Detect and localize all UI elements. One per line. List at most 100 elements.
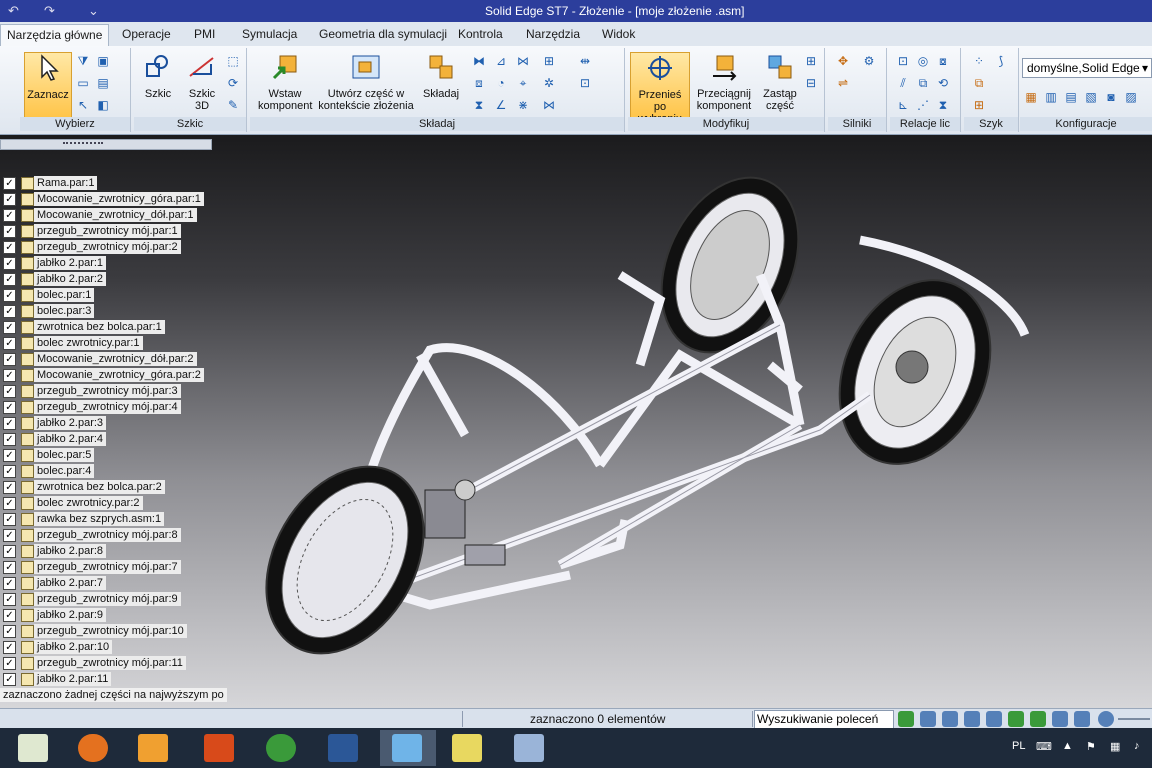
- tab-simulation[interactable]: Symulacja: [242, 27, 297, 41]
- horizontal-icon[interactable]: ⋰: [916, 98, 930, 112]
- go-icon[interactable]: [898, 711, 914, 727]
- perpendicular-icon[interactable]: ⊾: [896, 98, 910, 112]
- visibility-checkbox[interactable]: ✓: [3, 385, 16, 398]
- visibility-checkbox[interactable]: ✓: [3, 369, 16, 382]
- create-in-place-button[interactable]: Utwórz część w kontekście złożenia: [314, 52, 418, 112]
- tree-item[interactable]: ✓ Mocowanie_zwrotnicy_góra.par:2: [0, 367, 220, 383]
- visibility-checkbox[interactable]: ✓: [3, 305, 16, 318]
- taskbar-media[interactable]: [126, 730, 182, 766]
- tree-item[interactable]: ✓ jabłko 2.par:7: [0, 575, 220, 591]
- tab-view[interactable]: Widok: [602, 27, 635, 41]
- visibility-checkbox[interactable]: ✓: [3, 657, 16, 670]
- config-save-icon[interactable]: ▤: [1064, 90, 1078, 104]
- config-list-icon[interactable]: ▨: [1124, 90, 1138, 104]
- visibility-checkbox[interactable]: ✓: [3, 609, 16, 622]
- visibility-checkbox[interactable]: ✓: [3, 257, 16, 270]
- part-select-icon[interactable]: ▣: [96, 54, 110, 68]
- tree-item[interactable]: ✓ przegub_zwrotnicy mój.par:2: [0, 239, 220, 255]
- tangent-icon[interactable]: ◔: [494, 76, 508, 90]
- visibility-checkbox[interactable]: ✓: [3, 561, 16, 574]
- tree-item[interactable]: ✓ jabłko 2.par:8: [0, 543, 220, 559]
- visibility-checkbox[interactable]: ✓: [3, 673, 16, 686]
- tree-item[interactable]: ✓ bolec zwrotnicy.par:1: [0, 335, 220, 351]
- visibility-checkbox[interactable]: ✓: [3, 417, 16, 430]
- tangent-face-icon[interactable]: ⟲: [936, 76, 950, 90]
- spin-icon[interactable]: [1030, 711, 1046, 727]
- tab-features[interactable]: Operacje: [122, 27, 171, 41]
- tree-item[interactable]: ✓ Mocowanie_zwrotnicy_dół.par:1: [0, 207, 220, 223]
- command-search-input[interactable]: Wyszukiwanie poleceń: [754, 710, 894, 729]
- visibility-checkbox[interactable]: ✓: [3, 529, 16, 542]
- duplicate-icon[interactable]: ⧉: [972, 76, 986, 90]
- tree-item[interactable]: ✓ bolec.par:4: [0, 463, 220, 479]
- pattern-along-curve-icon[interactable]: ⊞: [972, 98, 986, 112]
- tree-item[interactable]: ✓ przegub_zwrotnicy mój.par:4: [0, 399, 220, 415]
- network-icon[interactable]: ▦: [1110, 740, 1120, 753]
- mirror-icon[interactable]: ⟆: [994, 54, 1008, 68]
- taskbar-office-tool[interactable]: [192, 730, 248, 766]
- flag-icon[interactable]: ⚑: [1086, 740, 1096, 753]
- tree-item[interactable]: ✓ Mocowanie_zwrotnicy_góra.par:1: [0, 191, 220, 207]
- group-select-icon[interactable]: ▤: [96, 76, 110, 90]
- visibility-checkbox[interactable]: ✓: [3, 209, 16, 222]
- visibility-checkbox[interactable]: ✓: [3, 273, 16, 286]
- quick-access-menu-icon[interactable]: ⌄: [88, 3, 106, 19]
- visibility-checkbox[interactable]: ✓: [3, 337, 16, 350]
- visibility-checkbox[interactable]: ✓: [3, 193, 16, 206]
- keyboard-icon[interactable]: ⌨: [1036, 740, 1052, 753]
- visibility-checkbox[interactable]: ✓: [3, 353, 16, 366]
- tray-arrow-icon[interactable]: ▲: [1062, 740, 1073, 752]
- visibility-checkbox[interactable]: ✓: [3, 641, 16, 654]
- tree-item[interactable]: ✓ przegub_zwrotnicy mój.par:11: [0, 655, 220, 671]
- select-button[interactable]: Zaznacz: [24, 52, 72, 118]
- visibility-checkbox[interactable]: ✓: [3, 433, 16, 446]
- tree-item[interactable]: ✓ rawka bez szprych.asm:1: [0, 511, 220, 527]
- zoom-slider[interactable]: [1118, 718, 1150, 720]
- offset-icon[interactable]: ⧗: [936, 98, 950, 112]
- rigid-set-icon[interactable]: ⋈: [542, 98, 556, 112]
- visibility-checkbox[interactable]: ✓: [3, 225, 16, 238]
- component-select-icon[interactable]: ◧: [96, 98, 110, 112]
- visibility-checkbox[interactable]: ✓: [3, 545, 16, 558]
- cam-icon[interactable]: ⌖: [516, 76, 530, 90]
- taskbar-word[interactable]: [316, 730, 372, 766]
- box-select-icon[interactable]: ▭: [76, 76, 90, 90]
- transfer-icon[interactable]: ⊟: [804, 76, 818, 90]
- planar-align-icon[interactable]: ⊿: [494, 54, 508, 68]
- rigid-relation-icon[interactable]: ⊡: [896, 54, 910, 68]
- zoom-area-icon[interactable]: [920, 711, 936, 727]
- visibility-checkbox[interactable]: ✓: [3, 497, 16, 510]
- tree-item[interactable]: ✓ przegub_zwrotnicy mój.par:7: [0, 559, 220, 575]
- filter-icon[interactable]: ⧩: [76, 54, 90, 68]
- config-camera-icon[interactable]: ▧: [1084, 90, 1098, 104]
- visibility-checkbox[interactable]: ✓: [3, 241, 16, 254]
- sketch-tool-icon[interactable]: ⟳: [226, 76, 240, 90]
- tree-item[interactable]: ✓ jabłko 2.par:11: [0, 671, 220, 687]
- tree-item[interactable]: ✓ jabłko 2.par:2: [0, 271, 220, 287]
- insert-icon[interactable]: ⊞: [542, 54, 556, 68]
- move-on-select-button[interactable]: Przenieś po wybraniu: [630, 52, 690, 125]
- angle-icon[interactable]: ⧈: [472, 76, 486, 90]
- tree-item[interactable]: ✓ przegub_zwrotnicy mój.par:8: [0, 527, 220, 543]
- visibility-checkbox[interactable]: ✓: [3, 465, 16, 478]
- tree-item[interactable]: ✓ bolec.par:1: [0, 287, 220, 303]
- concentric-icon[interactable]: ◎: [916, 54, 930, 68]
- visibility-checkbox[interactable]: ✓: [3, 177, 16, 190]
- coplanar-icon[interactable]: ⧇: [936, 54, 950, 68]
- tab-inspect[interactable]: Kontrola: [458, 27, 503, 41]
- tree-item[interactable]: ✓ przegub_zwrotnicy mój.par:9: [0, 591, 220, 607]
- axial-align-icon[interactable]: ⋈: [516, 54, 530, 68]
- tree-item[interactable]: ✓ jabłko 2.par:4: [0, 431, 220, 447]
- tab-tools[interactable]: Narzędzia: [526, 27, 580, 41]
- insert-component-button[interactable]: Wstaw komponent: [258, 52, 312, 112]
- visibility-checkbox[interactable]: ✓: [3, 289, 16, 302]
- tree-item[interactable]: ✓ przegub_zwrotnicy mój.par:3: [0, 383, 220, 399]
- motor-settings-icon[interactable]: ⚙: [862, 54, 876, 68]
- parallel-face-icon[interactable]: ⫽: [896, 76, 910, 90]
- mate-icon[interactable]: ⧓: [472, 54, 486, 68]
- zoom-slider-icon[interactable]: [1098, 711, 1114, 727]
- shading-icon[interactable]: [1074, 711, 1090, 727]
- taskbar-paint[interactable]: [502, 730, 558, 766]
- sketch-button[interactable]: Szkic: [138, 52, 178, 100]
- parallel-icon[interactable]: ⧗: [472, 98, 486, 112]
